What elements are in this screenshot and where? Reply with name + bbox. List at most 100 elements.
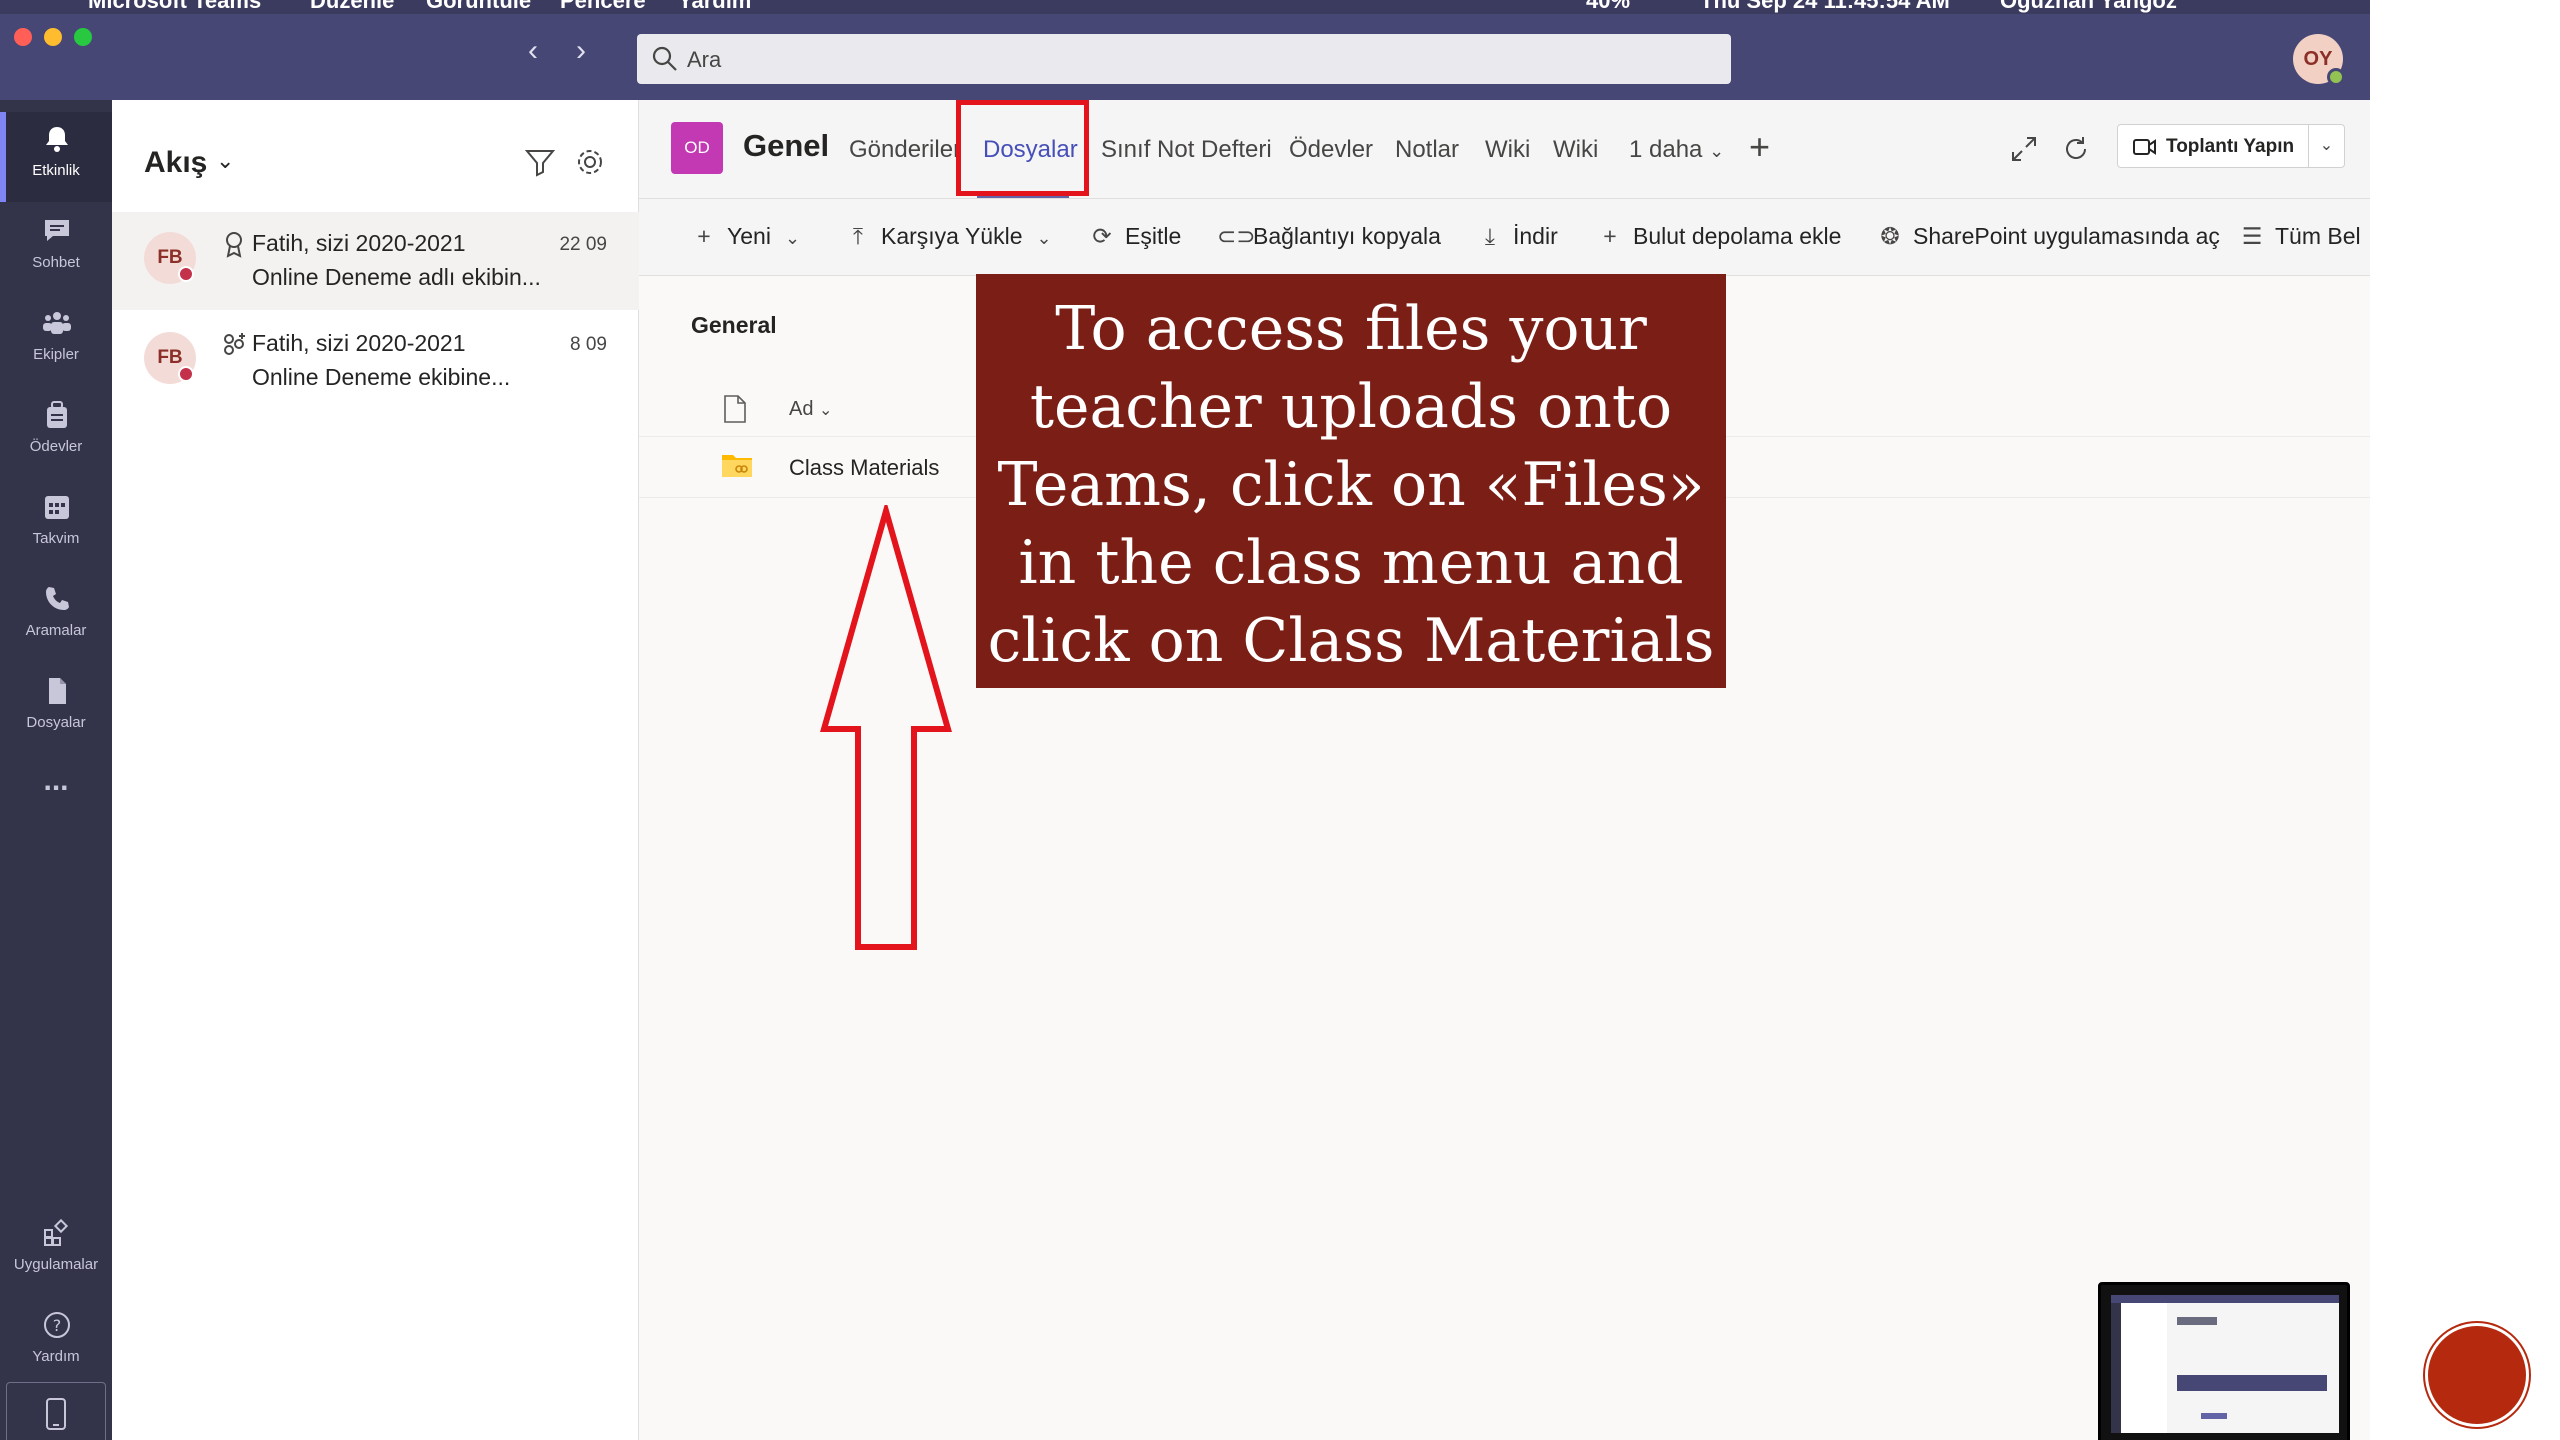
zoom-window-button[interactable] xyxy=(74,28,92,46)
rail-item-teams[interactable]: Ekipler xyxy=(0,296,112,386)
close-window-button[interactable] xyxy=(14,28,32,46)
feed-item[interactable]: FB Fatih, sizi 2020-2021 Online Deneme e… xyxy=(112,312,639,410)
menu-user: Oğuzhan Yangöz xyxy=(2000,0,2177,13)
rail-item-help[interactable]: ? Yardım xyxy=(0,1298,112,1388)
svg-text:?: ? xyxy=(53,1316,62,1335)
team-avatar: OD xyxy=(671,122,723,174)
all-docs-label: Tüm Bel xyxy=(2275,223,2361,249)
rail-label-files: Dosyalar xyxy=(26,714,86,731)
sender-initials: FB xyxy=(157,347,183,368)
open-sharepoint-label: SharePoint uygulamasında aç xyxy=(1913,223,2220,249)
library-title: General xyxy=(691,312,777,338)
tab-class-notebook[interactable]: Sınıf Not Defteri xyxy=(1101,136,1272,164)
files-tab-highlight xyxy=(956,100,1089,196)
feed-item-date: 22 09 xyxy=(559,234,607,255)
copy-link-label: Bağlantıyı kopyala xyxy=(1253,223,1441,249)
more-dots-icon: ... xyxy=(43,764,69,797)
channel-name: Genel xyxy=(743,128,830,163)
column-name-label: Ad xyxy=(789,398,814,420)
user-initials: OY xyxy=(2303,48,2333,70)
all-documents-button[interactable]: ☰ Tüm Bel xyxy=(2239,223,2361,250)
chevron-down-icon[interactable]: ⌄ xyxy=(2308,125,2344,167)
mobile-app-button[interactable] xyxy=(6,1382,106,1440)
rail-more-button[interactable]: ... xyxy=(0,756,112,816)
menu-view[interactable]: Görüntüle xyxy=(426,0,531,14)
new-button[interactable]: + Yeni ⌄ xyxy=(691,223,800,250)
rail-item-files[interactable]: Dosyalar xyxy=(0,664,112,754)
meet-now-label: Toplantı Yapın xyxy=(2166,136,2295,157)
search-box[interactable]: Ara xyxy=(637,34,1731,84)
filter-icon[interactable] xyxy=(524,146,556,178)
tab-wiki-2[interactable]: Wiki xyxy=(1553,136,1598,164)
feed-item-preview: Online Deneme ekibine... xyxy=(252,364,511,390)
mobile-device-icon xyxy=(46,1398,66,1430)
user-avatar[interactable]: OY xyxy=(2293,34,2345,86)
rail-item-calls[interactable]: Aramalar xyxy=(0,572,112,662)
battery-status: 40% xyxy=(1586,0,1631,13)
refresh-icon[interactable] xyxy=(2061,134,2091,164)
add-cloud-storage-button[interactable]: + Bulut depolama ekle xyxy=(1597,223,1841,250)
rail-label-activity: Etkinlik xyxy=(32,162,80,179)
presence-busy-icon xyxy=(178,266,194,282)
feed-item-preview: Online Deneme adlı ekibin... xyxy=(252,264,541,290)
download-label: İndir xyxy=(1513,223,1558,249)
thumbnail-screen xyxy=(2111,1295,2339,1433)
feed-item-title: Fatih, sizi 2020-2021 xyxy=(252,230,466,256)
menu-app-name[interactable]: Microsoft Teams xyxy=(88,0,261,14)
files-command-bar: + Yeni ⌄ ⤒ Karşıya Yükle ⌄ ⟳ Eşitle ⊂⊃Bağlant… xyxy=(639,198,2370,276)
chevron-down-icon: ⌄ xyxy=(1709,141,1725,161)
gear-icon[interactable] xyxy=(574,146,606,178)
expand-icon[interactable] xyxy=(2009,134,2039,164)
sender-avatar: FB xyxy=(144,332,196,384)
rail-item-chat[interactable]: Sohbet xyxy=(0,204,112,294)
tab-wiki-1[interactable]: Wiki xyxy=(1485,136,1530,164)
sync-button[interactable]: ⟳ Eşitle xyxy=(1089,223,1181,250)
callout-line: To access files your xyxy=(1055,294,1647,364)
search-icon xyxy=(652,46,677,71)
tab-notes[interactable]: Notlar xyxy=(1395,136,1459,164)
download-button[interactable]: ⤓ İndir xyxy=(1477,223,1558,250)
add-tab-icon[interactable]: + xyxy=(1749,126,1770,168)
menu-help[interactable]: Yardım xyxy=(678,0,751,14)
shared-folder-icon xyxy=(722,455,752,477)
new-label: Yeni xyxy=(727,223,771,249)
file-name[interactable]: Class Materials xyxy=(789,455,939,481)
menu-edit[interactable]: Düzenle xyxy=(310,0,394,14)
open-in-sharepoint-button[interactable]: ❂ SharePoint uygulamasında aç xyxy=(1877,223,2220,250)
chevron-down-icon: ⌄ xyxy=(1036,228,1052,248)
upload-button[interactable]: ⤒ Karşıya Yükle ⌄ xyxy=(845,223,1052,250)
feed-item-title: Fatih, sizi 2020-2021 xyxy=(252,330,466,356)
slide-decoration-circle xyxy=(2428,1326,2526,1424)
tab-assignments[interactable]: Ödevler xyxy=(1289,136,1373,164)
apps-icon xyxy=(44,1218,69,1246)
rail-item-assignments[interactable]: Ödevler xyxy=(0,388,112,478)
callout-line: teacher uploads onto xyxy=(1029,372,1673,442)
feed-title[interactable]: Akış xyxy=(144,146,207,180)
back-arrow-icon[interactable]: ‹ xyxy=(528,36,538,66)
up-arrow-icon xyxy=(820,505,952,950)
callout-line: in the class menu and xyxy=(1018,528,1684,598)
plus-icon: + xyxy=(697,223,711,249)
rail-item-activity[interactable]: Etkinlik xyxy=(0,112,112,202)
mac-menu-bar: Microsoft Teams Düzenle Görüntüle Pencer… xyxy=(0,0,2370,14)
upload-label: Karşıya Yükle xyxy=(881,223,1023,249)
column-name-sort[interactable]: Ad ⌄ xyxy=(789,398,832,421)
minimize-window-button[interactable] xyxy=(44,28,62,46)
copy-link-button[interactable]: ⊂⊃Bağlantıyı kopyala xyxy=(1217,223,1441,250)
title-bar: ‹ › Ara OY xyxy=(0,14,2370,100)
meet-now-button[interactable]: Toplantı Yapın ⌄ xyxy=(2117,124,2345,168)
forward-arrow-icon[interactable]: › xyxy=(576,36,586,66)
chevron-down-icon[interactable]: ⌄ xyxy=(216,148,234,174)
feed-item[interactable]: FB Fatih, sizi 2020-2021 Online Deneme a… xyxy=(112,212,639,310)
tab-posts[interactable]: Gönderiler xyxy=(849,136,961,164)
files-icon xyxy=(49,678,66,704)
team-initials: OD xyxy=(684,138,710,157)
rail-item-apps[interactable]: Uygulamalar xyxy=(0,1206,112,1296)
menu-window[interactable]: Pencere xyxy=(560,0,646,14)
rail-item-calendar[interactable]: Takvim xyxy=(0,480,112,570)
tab-more[interactable]: 1 daha ⌄ xyxy=(1629,136,1724,164)
search-placeholder: Ara xyxy=(687,47,722,72)
add-cloud-label: Bulut depolama ekle xyxy=(1633,223,1842,249)
award-icon xyxy=(226,232,242,258)
calendar-icon xyxy=(45,496,69,519)
